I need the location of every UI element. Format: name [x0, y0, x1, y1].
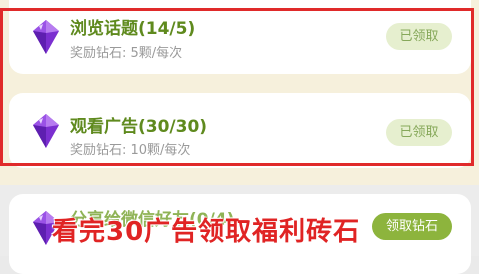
overlay-caption: 看完30广告领取福利砖石 — [52, 217, 361, 247]
claim-diamonds-button[interactable]: 领取钻石 — [372, 213, 452, 240]
highlight-box — [0, 8, 474, 166]
